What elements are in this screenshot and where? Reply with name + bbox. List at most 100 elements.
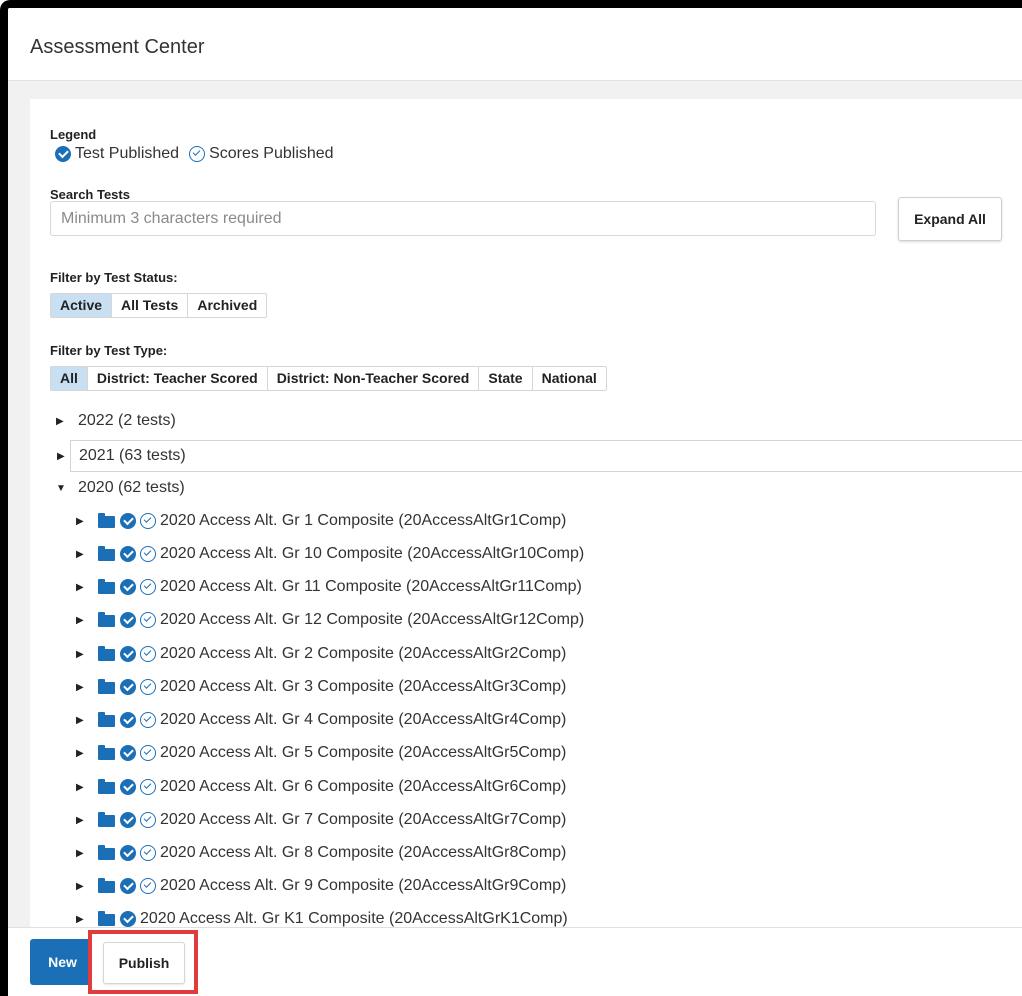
header: Assessment Center — [8, 8, 1022, 81]
tree-test-label: 2020 Access Alt. Gr 9 Composite (20Acces… — [160, 877, 567, 894]
publish-highlight-box: Publish — [88, 930, 198, 994]
top-accent-bar — [68, 0, 1022, 3]
check-circle-outline-icon — [140, 845, 156, 861]
tree-test-row[interactable]: ▶ 2020 Access Alt. Gr 3 Composite (20Acc… — [76, 672, 566, 702]
check-circle-outline-icon — [140, 745, 156, 761]
tree-test-row[interactable]: ▶ 2020 Access Alt. Gr 10 Composite (20Ac… — [76, 539, 584, 569]
folder-icon — [98, 911, 115, 926]
check-circle-outline-icon — [140, 612, 156, 628]
caret-right-icon: ▶ — [76, 913, 84, 925]
check-circle-solid-icon — [120, 579, 136, 595]
folder-icon — [98, 546, 115, 561]
tree-test-label: 2020 Access Alt. Gr K1 Composite (20Acce… — [140, 910, 568, 927]
footer-action-bar: New Publish — [8, 927, 1022, 996]
legend-test-published-label: Test Published — [75, 145, 180, 162]
legend-scores-published: Scores Published — [189, 145, 334, 163]
tree-test-row[interactable]: ▶ 2020 Access Alt. Gr 9 Composite (20Acc… — [76, 871, 566, 901]
check-circle-solid-icon — [120, 911, 136, 927]
folder-icon — [98, 812, 115, 827]
filter-type-district-non-teacher-scored[interactable]: District: Non-Teacher Scored — [268, 367, 480, 390]
tree-test-label: 2020 Access Alt. Gr 2 Composite (20Acces… — [160, 645, 567, 662]
caret-right-icon: ▶ — [76, 548, 84, 560]
tree-year-label: 2022 (2 tests) — [78, 412, 176, 429]
folder-icon — [98, 878, 115, 893]
filter-type-segmented: All District: Teacher Scored District: N… — [50, 366, 607, 391]
folder-icon — [98, 779, 115, 794]
search-input[interactable] — [50, 201, 876, 236]
filter-type-state[interactable]: State — [479, 367, 533, 390]
check-circle-outline-icon — [140, 513, 156, 529]
check-circle-solid-icon — [120, 513, 136, 529]
check-circle-solid-icon — [120, 812, 136, 828]
caret-right-icon: ▶ — [56, 415, 64, 427]
check-circle-solid-icon — [120, 612, 136, 628]
check-circle-solid-icon — [55, 146, 71, 162]
folder-icon — [98, 679, 115, 694]
check-circle-outline-icon — [140, 712, 156, 728]
folder-icon — [98, 579, 115, 594]
tree-year-label: 2021 (63 tests) — [79, 447, 186, 464]
tree-year-2022[interactable]: ▶ 2022 (2 tests) — [56, 406, 176, 436]
tree-test-row[interactable]: ▶ 2020 Access Alt. Gr 2 Composite (20Acc… — [76, 639, 566, 669]
tree-test-label: 2020 Access Alt. Gr 7 Composite (20Acces… — [160, 811, 567, 828]
legend-test-published: Test Published — [55, 145, 179, 163]
check-circle-solid-icon — [120, 779, 136, 795]
folder-icon — [98, 612, 115, 627]
tree-year-2020[interactable]: ▼ 2020 (62 tests) — [56, 473, 185, 503]
filter-type-district-teacher-scored[interactable]: District: Teacher Scored — [88, 367, 268, 390]
check-circle-outline-icon — [140, 679, 156, 695]
tree-test-row[interactable]: ▶ 2020 Access Alt. Gr 12 Composite (20Ac… — [76, 605, 584, 635]
filter-status-segmented: Active All Tests Archived — [50, 293, 268, 318]
filter-status-archived[interactable]: Archived — [188, 294, 266, 317]
caret-right-icon: ▶ — [76, 714, 84, 726]
publish-button[interactable]: Publish — [103, 942, 185, 984]
check-circle-solid-icon — [120, 845, 136, 861]
app-window: Assessment Center Legend Test Published … — [0, 0, 1022, 996]
folder-icon — [98, 513, 115, 528]
tree-test-label: 2020 Access Alt. Gr 1 Composite (20Acces… — [160, 512, 567, 529]
check-circle-outline-icon — [140, 812, 156, 828]
filter-status-all-tests[interactable]: All Tests — [112, 294, 189, 317]
check-circle-outline-icon — [140, 646, 156, 662]
tree-year-label: 2020 (62 tests) — [78, 479, 185, 496]
tree-test-row[interactable]: ▶ 2020 Access Alt. Gr 8 Composite (20Acc… — [76, 838, 566, 868]
check-circle-solid-icon — [120, 878, 136, 894]
tree-test-row[interactable]: ▶ 2020 Access Alt. Gr 11 Composite (20Ac… — [76, 572, 582, 602]
tree-year-2021[interactable]: ▶ 2021 (63 tests) — [57, 440, 1022, 472]
tree-test-label: 2020 Access Alt. Gr 3 Composite (20Acces… — [160, 678, 567, 695]
legend-heading: Legend — [50, 127, 97, 142]
tree-test-row[interactable]: ▶ 2020 Access Alt. Gr 1 Composite (20Acc… — [76, 506, 566, 536]
folder-icon — [98, 745, 115, 760]
expand-all-button[interactable]: Expand All — [898, 197, 1002, 241]
tree-test-label: 2020 Access Alt. Gr 8 Composite (20Acces… — [160, 844, 567, 861]
caret-right-icon: ▶ — [76, 814, 84, 826]
check-circle-solid-icon — [120, 712, 136, 728]
legend: Test Published Scores Published — [55, 145, 344, 163]
caret-right-icon: ▶ — [76, 614, 84, 626]
folder-icon — [98, 646, 115, 661]
caret-right-icon: ▶ — [76, 880, 84, 892]
tree-test-label: 2020 Access Alt. Gr 6 Composite (20Acces… — [160, 778, 567, 795]
check-circle-solid-icon — [120, 646, 136, 662]
filter-type-all[interactable]: All — [51, 367, 88, 390]
tree-test-label: 2020 Access Alt. Gr 12 Composite (20Acce… — [160, 611, 585, 628]
tree-test-row[interactable]: ▶ 2020 Access Alt. Gr 4 Composite (20Acc… — [76, 705, 566, 735]
caret-right-icon: ▶ — [76, 781, 84, 793]
check-circle-solid-icon — [120, 745, 136, 761]
tree-test-row[interactable]: ▶ 2020 Access Alt. Gr 7 Composite (20Acc… — [76, 805, 566, 835]
check-circle-outline-icon — [140, 878, 156, 894]
caret-right-icon: ▶ — [76, 681, 84, 693]
tree-test-row[interactable]: ▶ 2020 Access Alt. Gr 5 Composite (20Acc… — [76, 738, 566, 768]
main-panel: Legend Test Published Scores Published S… — [30, 99, 1022, 996]
check-circle-solid-icon — [120, 546, 136, 562]
tree-test-label: 2020 Access Alt. Gr 11 Composite (20Acce… — [160, 578, 582, 595]
filter-type-national[interactable]: National — [533, 367, 606, 390]
caret-down-icon: ▼ — [56, 482, 66, 494]
caret-right-icon: ▶ — [76, 581, 84, 593]
check-circle-outline-icon — [140, 579, 156, 595]
check-circle-outline-icon — [189, 146, 206, 162]
filter-status-active[interactable]: Active — [51, 294, 113, 317]
caret-right-icon: ▶ — [76, 648, 84, 660]
new-button[interactable]: New — [30, 939, 95, 985]
tree-test-row[interactable]: ▶ 2020 Access Alt. Gr 6 Composite (20Acc… — [76, 772, 566, 802]
